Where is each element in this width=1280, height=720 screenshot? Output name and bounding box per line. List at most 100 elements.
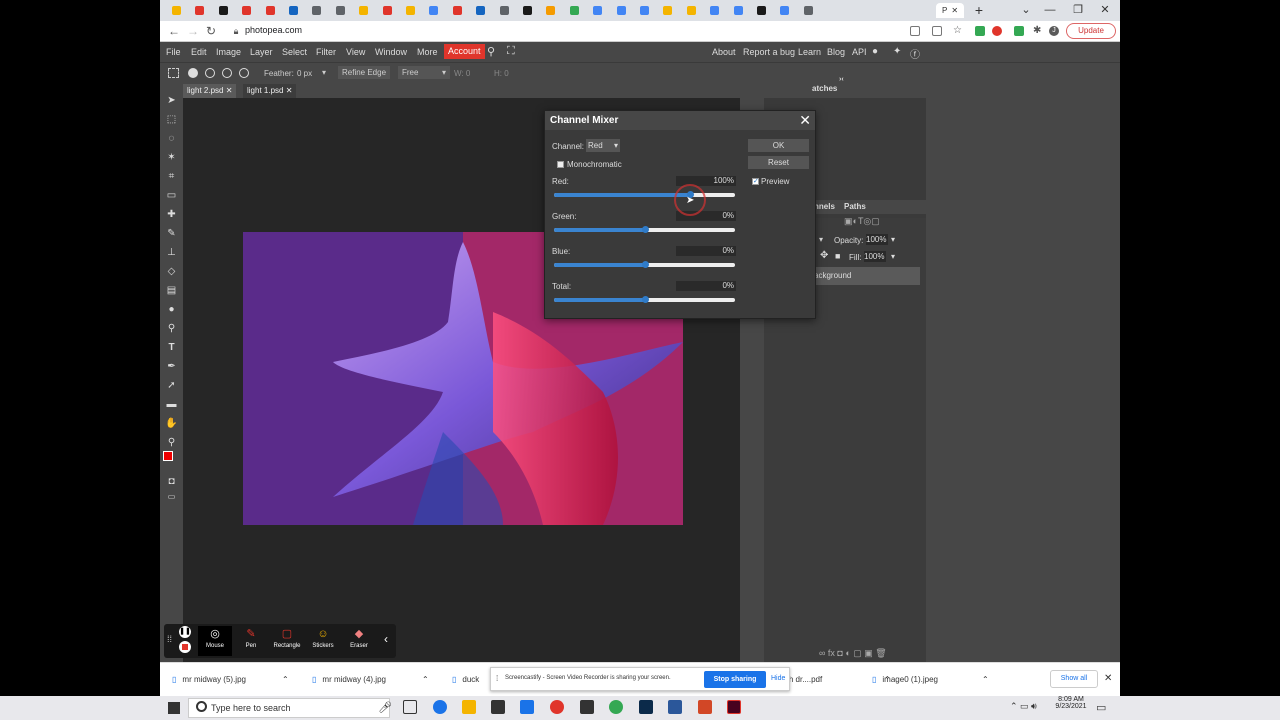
menu-edit[interactable]: Edit bbox=[191, 47, 207, 57]
paths-tab[interactable]: Paths bbox=[844, 202, 866, 211]
back-icon[interactable]: ← bbox=[166, 23, 182, 39]
slider-value-field[interactable]: 0% bbox=[676, 281, 736, 291]
slider-value-field[interactable]: 0% bbox=[676, 246, 736, 256]
fill-field[interactable]: 100% bbox=[864, 251, 886, 262]
app-icon[interactable] bbox=[580, 700, 594, 714]
edge-icon[interactable] bbox=[433, 700, 447, 714]
marquee-tool-icon[interactable] bbox=[168, 68, 179, 78]
close-downloads-icon[interactable]: ✕ bbox=[1104, 673, 1112, 684]
screencastify-tool-eraser[interactable]: ◆ Eraser bbox=[342, 626, 376, 656]
fullscreen-icon[interactable]: ⛶ bbox=[507, 45, 515, 58]
browser-tab[interactable] bbox=[776, 3, 793, 18]
menu-view[interactable]: View bbox=[346, 47, 365, 57]
drag-handle-icon[interactable]: ⁞⁞ bbox=[167, 634, 172, 644]
show-all-button[interactable]: Show all bbox=[1050, 670, 1098, 688]
close-tab-icon[interactable]: ✕ bbox=[226, 86, 233, 95]
close-tab-icon[interactable]: ✕ bbox=[286, 86, 293, 95]
refine-edge-button[interactable]: Refine Edge bbox=[338, 66, 391, 79]
link-blog[interactable]: Blog bbox=[827, 47, 845, 57]
magic-wand-icon[interactable]: ✶ bbox=[165, 151, 178, 164]
browser-tab[interactable] bbox=[753, 3, 770, 18]
reset-button[interactable]: Reset bbox=[748, 156, 809, 169]
close-icon[interactable]: ✕ bbox=[799, 111, 811, 129]
photoshop-icon[interactable] bbox=[639, 700, 653, 714]
windows-start-icon[interactable] bbox=[168, 702, 180, 714]
slider-track[interactable] bbox=[554, 296, 735, 303]
brush-tool-icon[interactable]: ✎ bbox=[165, 227, 178, 240]
download-menu-icon[interactable]: ⌃ bbox=[982, 675, 989, 684]
browser-tab[interactable] bbox=[285, 3, 302, 18]
hand-tool-icon[interactable]: ✋ bbox=[165, 417, 178, 430]
mail-icon[interactable] bbox=[520, 700, 534, 714]
extension-screencastify-icon[interactable] bbox=[992, 26, 1002, 36]
chrome-icon[interactable] bbox=[550, 700, 564, 714]
download-item[interactable]: ▯duck⌃ bbox=[452, 675, 569, 684]
link-learn[interactable]: Learn bbox=[798, 47, 821, 57]
browser-tab[interactable] bbox=[472, 3, 489, 18]
powerpoint-icon[interactable] bbox=[698, 700, 712, 714]
path-select-icon[interactable]: ➚ bbox=[165, 379, 178, 392]
browser-tab[interactable] bbox=[308, 3, 325, 18]
file-explorer-icon[interactable] bbox=[462, 700, 476, 714]
star-icon[interactable]: ☆ bbox=[953, 26, 963, 36]
twitter-icon[interactable]: ✦ bbox=[893, 46, 901, 57]
link-report-a-bug[interactable]: Report a bug bbox=[743, 47, 795, 57]
browser-tab[interactable] bbox=[191, 3, 208, 18]
facebook-icon[interactable]: ⓕ bbox=[910, 46, 920, 61]
menu-filter[interactable]: Filter bbox=[316, 47, 336, 57]
menu-window[interactable]: Window bbox=[375, 47, 407, 57]
fill-dropdown-icon[interactable]: ▾ bbox=[891, 252, 895, 261]
layer-actions-icons[interactable]: ∞ fx ◘ ◐ ▢ ▣ 🗑︎ bbox=[819, 648, 887, 659]
word-icon[interactable] bbox=[668, 700, 682, 714]
slider-track[interactable] bbox=[554, 261, 735, 268]
lock-all-icon[interactable]: ■ bbox=[835, 251, 840, 261]
feather-dropdown-icon[interactable]: ▾ bbox=[322, 68, 326, 77]
update-button[interactable]: Update bbox=[1066, 23, 1116, 39]
install-icon[interactable] bbox=[910, 26, 920, 36]
opacity-dropdown-icon[interactable]: ▾ bbox=[891, 235, 895, 244]
browser-tab[interactable] bbox=[659, 3, 676, 18]
dodge-tool-icon[interactable]: ⚲ bbox=[165, 322, 178, 335]
chrome-menu-icon[interactable]: ⌄ bbox=[1013, 1, 1039, 19]
stop-recording-icon[interactable] bbox=[179, 641, 191, 653]
ok-button[interactable]: OK bbox=[748, 139, 809, 152]
marquee-tool-icon[interactable]: ⬚ bbox=[165, 113, 178, 126]
indesign-icon[interactable] bbox=[727, 700, 741, 714]
browser-tab[interactable] bbox=[449, 3, 466, 18]
slider-track[interactable] bbox=[554, 226, 735, 233]
browser-tab[interactable] bbox=[379, 3, 396, 18]
restore-button[interactable]: ❐ bbox=[1065, 1, 1091, 19]
channels-tab[interactable]: nnels bbox=[814, 202, 835, 211]
move-tool-icon[interactable]: ➤ bbox=[165, 94, 178, 107]
camera-icon[interactable]: ◘ bbox=[165, 475, 178, 488]
active-browser-tab[interactable]: P ✕ bbox=[936, 3, 964, 18]
notifications-icon[interactable]: ▭ bbox=[1096, 701, 1106, 714]
pause-icon[interactable]: ❚❚ bbox=[179, 626, 191, 638]
taskbar-search-input[interactable]: Type here to search bbox=[188, 698, 390, 718]
hide-button[interactable]: Hide bbox=[771, 675, 785, 682]
microphone-icon[interactable]: 🎤︎ bbox=[378, 701, 392, 714]
eraser-tool-icon[interactable]: ◇ bbox=[165, 265, 178, 278]
stop-sharing-button[interactable]: Stop sharing bbox=[704, 671, 766, 688]
browser-tab[interactable] bbox=[800, 3, 817, 18]
monochromatic-checkbox[interactable] bbox=[557, 161, 564, 168]
browser-tab[interactable] bbox=[496, 3, 513, 18]
extension-grammarly-icon[interactable] bbox=[975, 26, 985, 36]
slider-thumb[interactable] bbox=[641, 296, 649, 303]
reload-icon[interactable]: ↻ bbox=[203, 23, 219, 39]
screencastify-tool-rectangle[interactable]: ▢ Rectangle bbox=[270, 626, 304, 656]
close-tab-icon[interactable]: ✕ bbox=[951, 6, 958, 15]
menu-file[interactable]: File bbox=[166, 47, 181, 57]
download-item[interactable]: ▯ mr midway (4).jpg ⌃ bbox=[312, 675, 429, 684]
zoom-tool-icon[interactable]: ⚲ bbox=[165, 436, 178, 449]
quick-mask-icon[interactable]: ▭ bbox=[165, 490, 178, 503]
share-icon[interactable] bbox=[932, 26, 942, 36]
lasso-tool-icon[interactable]: ◌ bbox=[165, 132, 178, 145]
new-tab-button[interactable]: + bbox=[972, 2, 986, 18]
shape-tool-icon[interactable]: ▬ bbox=[165, 398, 178, 411]
extension-green-icon[interactable] bbox=[1014, 26, 1024, 36]
foreground-color-swatch[interactable] bbox=[163, 451, 173, 461]
menu-layer[interactable]: Layer bbox=[250, 47, 273, 57]
width-field[interactable]: W: 0 bbox=[454, 69, 470, 78]
extensions-puzzle-icon[interactable]: ✱ bbox=[1033, 26, 1043, 36]
